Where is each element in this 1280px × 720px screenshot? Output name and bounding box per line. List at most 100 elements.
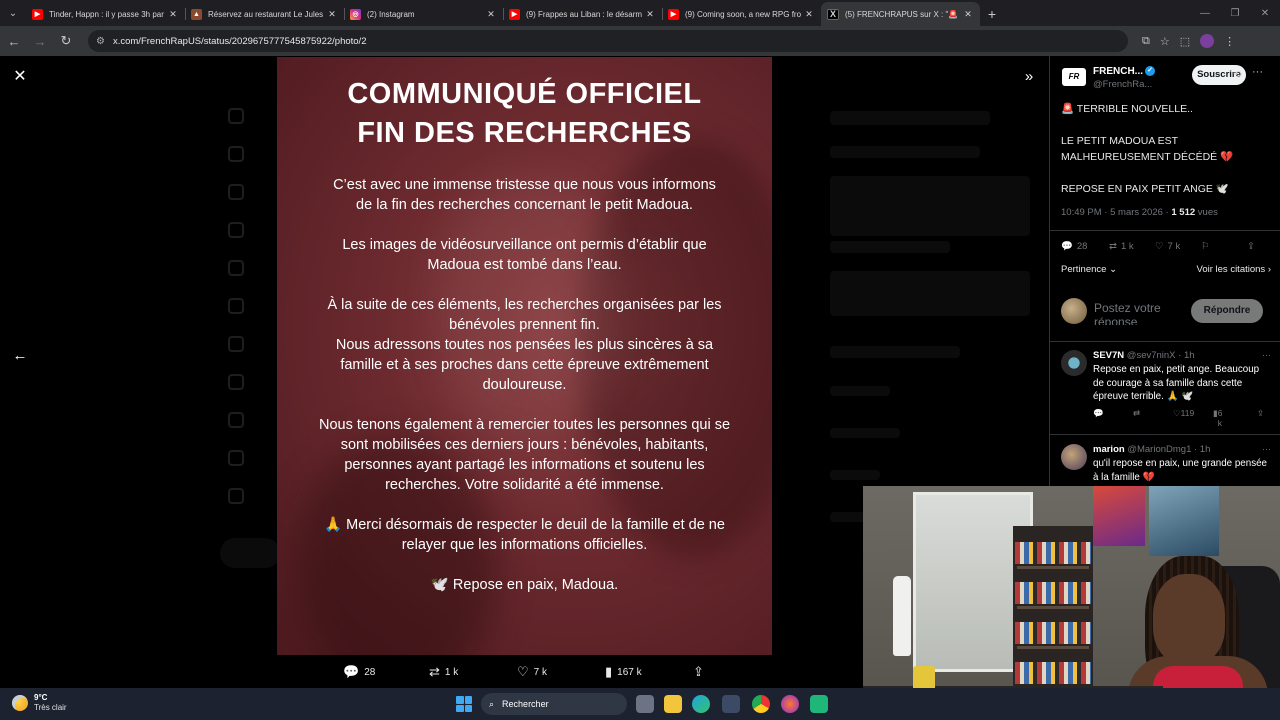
view-quotes-link[interactable]: Voir les citations › xyxy=(1197,264,1271,275)
browser-menu-icon[interactable]: ⋮ xyxy=(1224,35,1235,48)
reply-author[interactable]: SEV7N @sev7ninX · 1h xyxy=(1093,350,1195,361)
like-count: 119 xyxy=(1180,408,1195,418)
reply-icon[interactable]: 💬 xyxy=(1093,408,1104,419)
reply-avatar[interactable] xyxy=(1061,350,1087,376)
previous-photo-icon[interactable]: ← xyxy=(10,346,30,366)
tab-close-icon[interactable]: ✕ xyxy=(167,9,179,20)
weather-widget[interactable]: 9°C Très clair xyxy=(12,693,67,713)
like-count: 7 k xyxy=(1167,241,1181,252)
sort-dropdown[interactable]: Pertinence ⌄ xyxy=(1061,264,1117,275)
reply-count: 28 xyxy=(1076,241,1088,252)
tab-instagram[interactable]: ◎ (2) Instagram ✕ xyxy=(344,2,503,26)
tab-close-icon[interactable]: ✕ xyxy=(644,9,656,20)
back-icon[interactable]: ← xyxy=(2,29,26,53)
tweet-views-count: 1 512 xyxy=(1171,207,1196,218)
bookmark-star-icon[interactable]: ☆ xyxy=(1160,35,1170,48)
tab-search-icon[interactable]: ⌄ xyxy=(0,0,26,26)
more-options-icon[interactable]: ··· xyxy=(1252,66,1263,78)
site-settings-icon[interactable]: ⚙ xyxy=(96,36,105,47)
reply-input[interactable]: Postez votre réponse xyxy=(1094,301,1184,325)
maximize-icon[interactable]: ❐ xyxy=(1220,8,1250,19)
communities-icon xyxy=(228,374,244,390)
tab-close-icon[interactable]: ✕ xyxy=(962,9,974,20)
more-options-icon[interactable]: ··· xyxy=(1262,350,1271,360)
announcement-text: COMMUNIQUÉ OFFICIEL FIN DES RECHERCHES C… xyxy=(277,75,772,595)
user-avatar[interactable] xyxy=(1061,298,1087,324)
views-count: 6 k xyxy=(1217,408,1223,428)
webcam-overlay xyxy=(863,486,1280,720)
grok-icon[interactable]: ⟲ xyxy=(1233,68,1242,81)
app-icon[interactable] xyxy=(810,695,828,713)
share-button[interactable]: ⇪ xyxy=(1247,241,1255,252)
tab-close-icon[interactable]: ✕ xyxy=(326,9,338,20)
file-explorer-icon[interactable] xyxy=(664,695,682,713)
tab-close-icon[interactable]: ✕ xyxy=(485,9,497,20)
tweet-time: 10:49 PM · 5 mars 2026 · xyxy=(1061,207,1172,218)
tweet-line: 🚨 TERRIBLE NOUVELLE.. xyxy=(1061,103,1193,115)
store-icon[interactable] xyxy=(722,695,740,713)
windows-start-icon[interactable] xyxy=(456,696,472,712)
announcement-image[interactable]: COMMUNIQUÉ OFFICIEL FIN DES RECHERCHES C… xyxy=(277,57,772,655)
reply-avatar[interactable] xyxy=(1061,444,1087,470)
like-button[interactable]: ♡ 7 k xyxy=(517,664,547,680)
reply-button[interactable]: 💬 28 xyxy=(1061,241,1087,252)
collapse-panel-icon[interactable]: » xyxy=(1018,66,1040,88)
window-controls: — ❐ ✕ xyxy=(1190,0,1280,26)
profile-icon xyxy=(228,450,244,466)
instagram-icon: ◎ xyxy=(350,8,361,20)
card-ghost xyxy=(830,176,1030,236)
tweet-timestamp[interactable]: 10:49 PM · 5 mars 2026 · 1 512 vues xyxy=(1061,207,1218,218)
announcement-title: COMMUNIQUÉ OFFICIEL FIN DES RECHERCHES xyxy=(277,75,772,153)
edge-icon[interactable] xyxy=(692,695,710,713)
like-button[interactable]: ♡ 119 xyxy=(1173,408,1194,419)
reload-icon[interactable]: ↻ xyxy=(54,29,78,53)
close-window-icon[interactable]: ✕ xyxy=(1250,8,1280,19)
reply-button[interactable]: 💬 28 xyxy=(343,664,375,680)
tab-title: (2) Instagram xyxy=(367,9,415,19)
address-bar[interactable]: ⚙ x.com/FrenchRapUS/status/2029675777545… xyxy=(88,30,1128,52)
bookmarks-icon xyxy=(228,336,244,352)
more-options-icon[interactable]: ··· xyxy=(1262,444,1271,454)
share-icon[interactable]: ⇪ xyxy=(1257,408,1264,419)
share-button[interactable]: ⇪ xyxy=(693,664,704,680)
views-button[interactable]: ▮ 6 k xyxy=(1213,408,1222,428)
divider xyxy=(1050,230,1280,231)
views-chart-icon: ▮ xyxy=(605,664,613,679)
tab-title: (9) Coming soon, a new RPG fro xyxy=(685,9,802,19)
tab-rpg-video[interactable]: ▶ (9) Coming soon, a new RPG fro ✕ xyxy=(662,2,821,26)
announcement-paragraph: 🙏 Merci désormais de respecter le deuil … xyxy=(324,517,725,553)
task-view-icon[interactable] xyxy=(636,695,654,713)
tab-tinder-video[interactable]: ▶ Tinder, Happn : il y passe 3h par ✕ xyxy=(26,2,185,26)
repost-count: 1 k xyxy=(444,666,459,678)
author-avatar[interactable]: FR xyxy=(1062,68,1086,86)
profile-avatar[interactable] xyxy=(1200,34,1215,48)
minimize-icon[interactable]: — xyxy=(1190,8,1220,19)
reply-count: 28 xyxy=(364,666,376,678)
bookmark-button[interactable]: ⚐ xyxy=(1201,241,1210,252)
author-handle[interactable]: @FrenchRa... xyxy=(1093,79,1152,90)
repost-button[interactable]: ⇄ 1 k xyxy=(1109,241,1134,252)
repost-icon: ⇄ xyxy=(1109,241,1117,252)
forward-icon[interactable]: → xyxy=(28,29,52,53)
tab-frenchrapus[interactable]: X (5) FRENCHRAPUS sur X : "🚨 ✕ xyxy=(821,2,980,26)
taskbar-search[interactable]: ⌕ Rechercher xyxy=(481,693,627,715)
close-viewer-icon[interactable]: ✕ xyxy=(10,67,30,87)
reply-submit-button[interactable]: Répondre xyxy=(1191,299,1263,323)
tweet-text: 🚨 TERRIBLE NOUVELLE.. LE PETIT MADOUA ES… xyxy=(1061,101,1271,213)
views-button[interactable]: ▮ 167 k xyxy=(605,664,642,680)
new-tab-button[interactable]: + xyxy=(980,2,1004,26)
author-name[interactable]: FRENCH... ✓ xyxy=(1093,66,1155,77)
repost-icon[interactable]: ⇄ xyxy=(1133,408,1140,419)
like-button[interactable]: ♡ 7 k xyxy=(1155,241,1180,252)
tab-restaurant[interactable]: ▲ Réservez au restaurant Le Jules ✕ xyxy=(185,2,344,26)
reply-author[interactable]: marion @MarionDmg1 · 1h xyxy=(1093,444,1210,455)
chrome-icon[interactable] xyxy=(752,695,770,713)
repost-button[interactable]: ⇄ 1 k xyxy=(429,664,458,680)
youtube-icon: ▶ xyxy=(509,8,520,20)
install-app-icon[interactable]: ⧉ xyxy=(1142,35,1150,48)
firefox-icon[interactable] xyxy=(781,695,799,713)
tab-close-icon[interactable]: ✕ xyxy=(803,9,815,20)
webcam-poster xyxy=(1093,486,1145,546)
tab-liban-video[interactable]: ▶ (9) Frappes au Liban : le désarm ✕ xyxy=(503,2,662,26)
extensions-icon[interactable]: ⬚ xyxy=(1180,35,1190,48)
